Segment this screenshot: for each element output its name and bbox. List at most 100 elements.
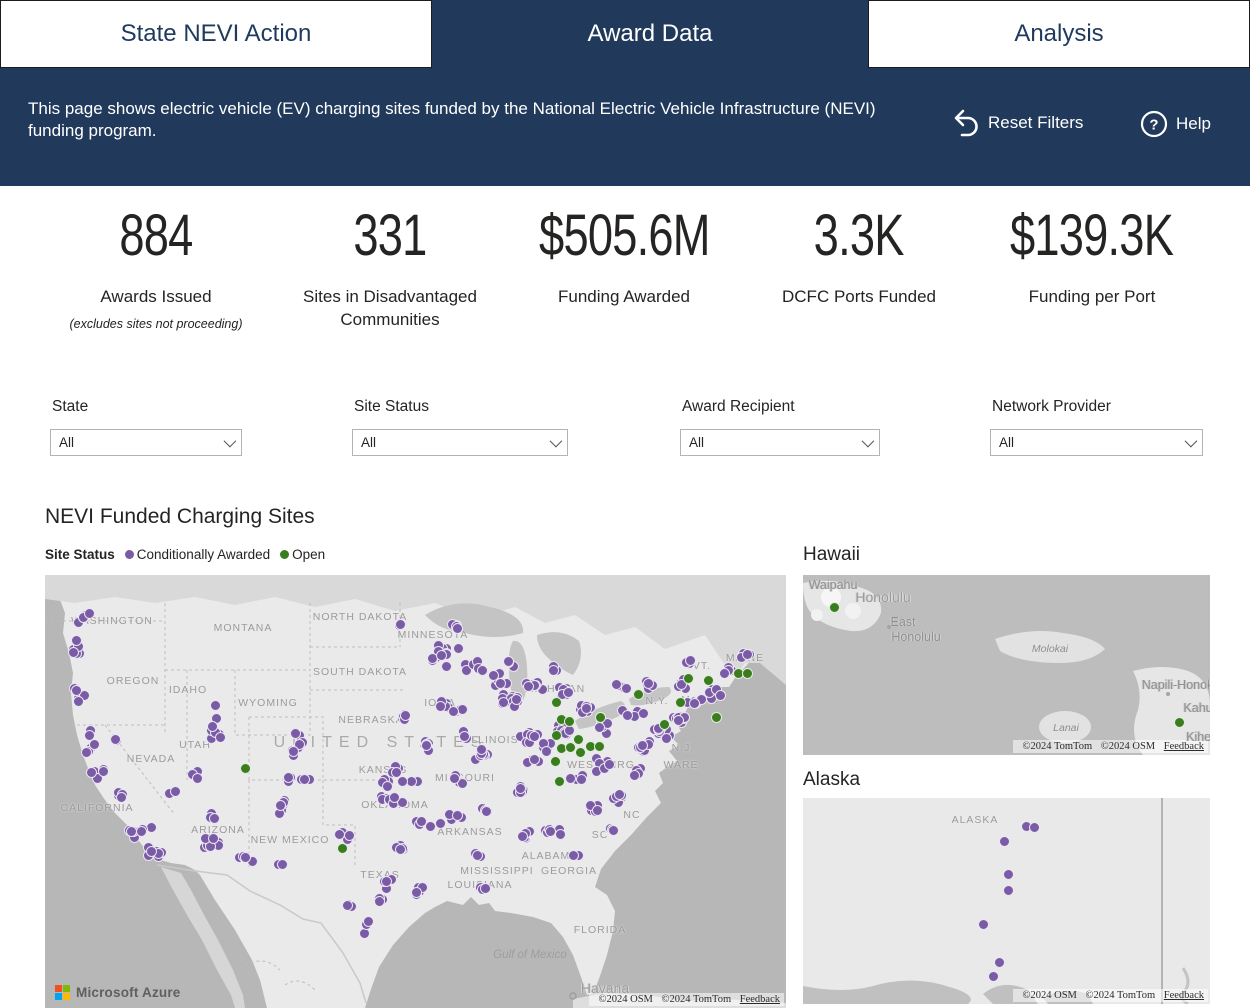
site-marker[interactable] bbox=[550, 756, 561, 767]
site-marker[interactable] bbox=[554, 776, 565, 787]
site-marker[interactable] bbox=[978, 919, 989, 930]
site-marker[interactable] bbox=[1003, 885, 1014, 896]
site-marker[interactable] bbox=[999, 836, 1010, 847]
alaska-map[interactable]: ©2024 OSM ©2024 TomTom Feedback ALASKA bbox=[803, 798, 1210, 1004]
site-marker[interactable] bbox=[240, 852, 251, 863]
site-marker[interactable] bbox=[673, 715, 684, 726]
site-marker[interactable] bbox=[1029, 822, 1040, 833]
tab-award-data[interactable]: Award Data bbox=[432, 0, 868, 68]
site-marker[interactable] bbox=[421, 740, 432, 751]
site-marker[interactable] bbox=[661, 733, 672, 744]
site-marker[interactable] bbox=[523, 681, 534, 692]
site-marker[interactable] bbox=[675, 697, 686, 708]
site-marker[interactable] bbox=[477, 665, 488, 676]
site-marker[interactable] bbox=[207, 721, 218, 732]
site-marker[interactable] bbox=[98, 766, 109, 777]
dropdown-value: All bbox=[999, 435, 1014, 450]
site-marker[interactable] bbox=[476, 744, 487, 755]
kpi-dcfc-ports: 3.3K DCFC Ports Funded bbox=[729, 202, 989, 308]
site-marker[interactable] bbox=[629, 770, 640, 781]
feedback-link[interactable]: Feedback bbox=[1164, 741, 1204, 752]
site-marker[interactable] bbox=[299, 774, 310, 785]
site-marker[interactable] bbox=[395, 844, 406, 855]
site-marker[interactable] bbox=[68, 647, 79, 658]
site-marker[interactable] bbox=[395, 619, 406, 630]
site-marker[interactable] bbox=[563, 687, 574, 698]
site-marker[interactable] bbox=[441, 661, 452, 672]
site-marker[interactable] bbox=[136, 826, 147, 837]
tab-state-nevi-action[interactable]: State NEVI Action bbox=[0, 0, 432, 68]
site-marker[interactable] bbox=[581, 703, 592, 714]
tab-analysis[interactable]: Analysis bbox=[868, 0, 1250, 68]
site-marker[interactable] bbox=[116, 792, 127, 803]
site-marker[interactable] bbox=[988, 971, 999, 982]
help-icon: ? bbox=[1140, 110, 1168, 138]
site-marker[interactable] bbox=[633, 689, 644, 700]
site-marker[interactable] bbox=[503, 656, 514, 667]
site-marker[interactable] bbox=[829, 602, 840, 613]
dropdown-value: All bbox=[361, 435, 376, 450]
site-marker[interactable] bbox=[742, 649, 753, 660]
site-marker[interactable] bbox=[342, 900, 353, 911]
site-marker[interactable] bbox=[659, 719, 670, 730]
site-marker[interactable] bbox=[416, 816, 427, 827]
site-marker[interactable] bbox=[436, 650, 447, 661]
site-marker[interactable] bbox=[703, 675, 714, 686]
feedback-link[interactable]: Feedback bbox=[1164, 990, 1204, 1001]
basemap bbox=[45, 575, 786, 1008]
site-marker[interactable] bbox=[622, 710, 633, 721]
site-marker[interactable] bbox=[576, 774, 587, 785]
site-marker[interactable] bbox=[472, 850, 483, 861]
site-marker[interactable] bbox=[452, 623, 463, 634]
network-provider-dropdown[interactable]: All bbox=[990, 429, 1203, 456]
site-marker[interactable] bbox=[1174, 717, 1185, 728]
site-marker[interactable] bbox=[210, 700, 221, 711]
site-marker[interactable] bbox=[240, 763, 251, 774]
site-marker[interactable] bbox=[337, 843, 348, 854]
main-us-map[interactable]: ©2024 OSM ©2024 TomTom Feedback Microsof… bbox=[45, 575, 786, 1008]
site-marker[interactable] bbox=[288, 746, 299, 757]
site-marker[interactable] bbox=[621, 683, 632, 694]
help-button[interactable]: ? Help bbox=[1140, 110, 1211, 138]
site-marker[interactable] bbox=[215, 732, 226, 743]
feedback-link[interactable]: Feedback bbox=[740, 994, 780, 1005]
site-marker[interactable] bbox=[637, 740, 648, 751]
state-dropdown[interactable]: All bbox=[50, 429, 242, 456]
award-recipient-dropdown[interactable]: All bbox=[680, 429, 880, 456]
site-marker[interactable] bbox=[711, 712, 722, 723]
legend-item-open[interactable]: Open bbox=[280, 547, 325, 562]
site-marker[interactable] bbox=[683, 673, 694, 684]
site-marker[interactable] bbox=[71, 685, 82, 696]
site-marker[interactable] bbox=[742, 668, 753, 679]
site-marker[interactable] bbox=[575, 747, 586, 758]
site-marker[interactable] bbox=[994, 957, 1005, 968]
site-marker[interactable] bbox=[517, 831, 528, 842]
site-marker[interactable] bbox=[594, 741, 605, 752]
site-marker[interactable] bbox=[381, 876, 392, 887]
site-marker[interactable] bbox=[110, 734, 121, 745]
site-marker[interactable] bbox=[529, 754, 540, 765]
site-marker[interactable] bbox=[452, 810, 463, 821]
site-marker[interactable] bbox=[126, 826, 137, 837]
site-status-dropdown[interactable]: All bbox=[352, 429, 568, 456]
legend-item-conditionally-awarded[interactable]: Conditionally Awarded bbox=[125, 547, 270, 562]
site-marker[interactable] bbox=[208, 833, 219, 844]
site-marker[interactable] bbox=[275, 800, 286, 811]
site-marker[interactable] bbox=[551, 730, 562, 741]
site-marker[interactable] bbox=[400, 710, 411, 721]
site-marker[interactable] bbox=[73, 696, 84, 707]
hawaii-map[interactable]: ©2024 TomTom ©2024 OSM Feedback WaipahuH… bbox=[803, 575, 1210, 755]
site-marker[interactable] bbox=[573, 734, 584, 745]
reset-filters-button[interactable]: Reset Filters bbox=[952, 108, 1083, 138]
site-marker[interactable] bbox=[146, 846, 157, 857]
site-marker[interactable] bbox=[334, 829, 345, 840]
site-marker[interactable] bbox=[611, 679, 622, 690]
site-marker[interactable] bbox=[555, 829, 566, 840]
site-marker[interactable] bbox=[1003, 869, 1014, 880]
site-marker[interactable] bbox=[595, 712, 606, 723]
site-marker[interactable] bbox=[548, 665, 559, 676]
site-marker[interactable] bbox=[551, 697, 562, 708]
site-marker[interactable] bbox=[89, 739, 100, 750]
legend-label: Conditionally Awarded bbox=[137, 547, 270, 562]
site-marker[interactable] bbox=[564, 716, 575, 727]
